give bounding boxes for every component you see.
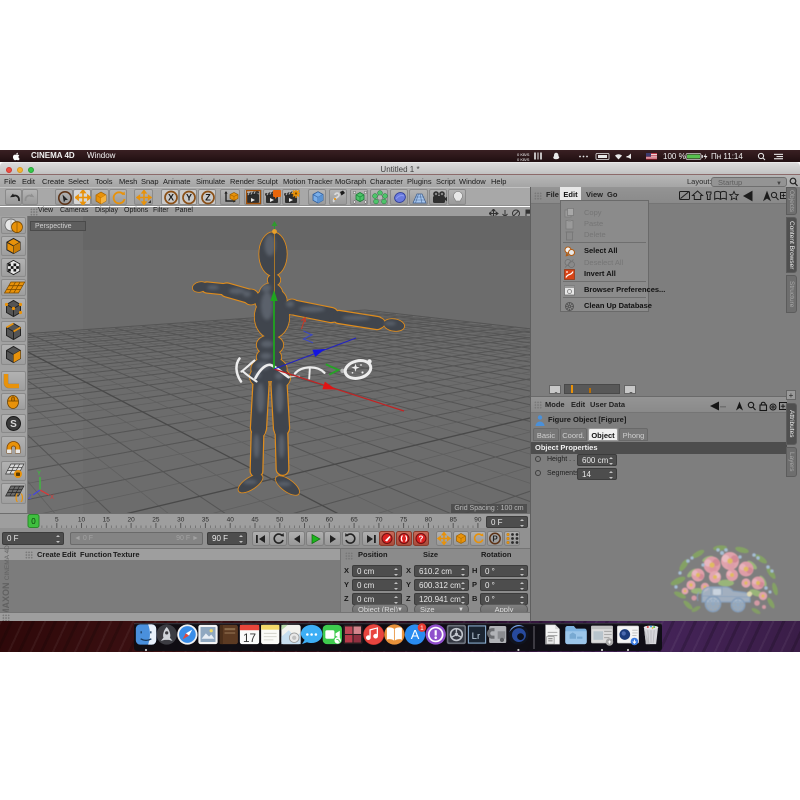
svg-text:65: 65 — [350, 517, 358, 524]
svg-text:17: 17 — [243, 632, 256, 645]
svg-text:X: X — [50, 495, 54, 501]
svg-text:60: 60 — [326, 517, 334, 524]
svg-text:100 %: 100 % — [663, 152, 686, 161]
svg-text:Y: Y — [37, 471, 41, 477]
svg-text:70: 70 — [375, 517, 383, 524]
svg-text:0: 0 — [31, 517, 36, 526]
svg-text:80: 80 — [425, 517, 433, 524]
svg-text:25: 25 — [152, 517, 160, 524]
svg-text:20: 20 — [127, 517, 135, 524]
svg-text:15: 15 — [103, 517, 111, 524]
svg-text:5: 5 — [55, 517, 59, 524]
svg-text:Z: Z — [205, 193, 211, 203]
svg-text:85: 85 — [450, 517, 458, 524]
svg-text:50: 50 — [276, 517, 284, 524]
svg-text:X: X — [168, 193, 174, 203]
svg-text:10: 10 — [78, 517, 86, 524]
svg-text:55: 55 — [301, 517, 309, 524]
svg-text:Y: Y — [186, 193, 192, 203]
svg-text:45: 45 — [251, 517, 259, 524]
svg-text:( ): ( ) — [15, 492, 24, 502]
svg-text:Lr: Lr — [472, 631, 481, 642]
svg-text:S: S — [10, 419, 17, 430]
svg-text:40: 40 — [227, 517, 235, 524]
svg-text:35: 35 — [202, 517, 210, 524]
svg-text:Пн 11:14: Пн 11:14 — [711, 152, 743, 161]
svg-text:75: 75 — [400, 517, 408, 524]
svg-text:?: ? — [419, 535, 424, 544]
svg-text:90: 90 — [474, 517, 482, 524]
svg-text:Z: Z — [28, 495, 32, 501]
svg-text:30: 30 — [177, 517, 185, 524]
svg-text:P: P — [492, 535, 498, 544]
svg-text:1: 1 — [420, 625, 424, 632]
